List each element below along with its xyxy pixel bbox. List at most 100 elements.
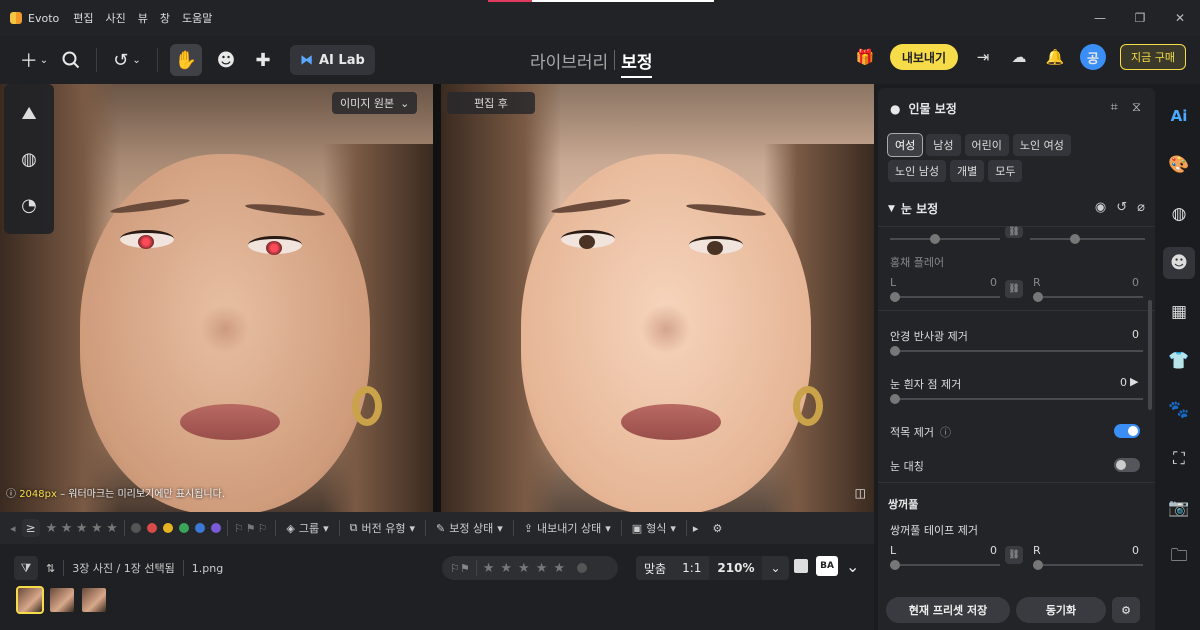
color-dot-green[interactable] — [178, 523, 189, 533]
panel-scrollbar[interactable] — [1148, 300, 1152, 410]
menu-edit[interactable]: 편집 — [73, 10, 93, 26]
photo-canvas[interactable]: 이미지 원본 ⌄ ⓘ 2048px – 워터마크는 미리보기에만 표시됩니다. … — [0, 84, 874, 512]
slider-knob[interactable] — [930, 234, 940, 244]
star-icon[interactable]: ★ — [518, 561, 530, 576]
slider-knob[interactable] — [890, 560, 900, 570]
chip-child[interactable]: 어린이 — [964, 134, 1009, 156]
star-icon[interactable]: ★ — [553, 561, 565, 576]
search-button[interactable] — [54, 44, 88, 76]
menu-view[interactable]: 뷰 — [138, 10, 148, 26]
slider-knob[interactable] — [890, 346, 900, 356]
export-panel-icon[interactable]: ⇥ — [972, 46, 994, 68]
star-icon[interactable]: ★ — [536, 561, 548, 576]
eye-section-header[interactable]: ▼ 눈 보정 ◉ ↺ ⌀ — [888, 200, 1145, 217]
color-label-dot[interactable] — [577, 563, 588, 573]
flag-icon[interactable]: ⚐⚑ — [450, 562, 470, 575]
play-icon[interactable]: ▶ — [1130, 375, 1138, 388]
filter-settings-icon[interactable]: ⚙ — [712, 522, 722, 535]
chevron-down-icon[interactable]: ⌄ — [762, 556, 788, 580]
crop-icon[interactable]: ⛶ — [1163, 443, 1195, 475]
chip-elder-male[interactable]: 노인 남성 — [888, 160, 946, 182]
texture-icon[interactable]: ◍ — [1163, 198, 1195, 230]
camera-icon[interactable]: 📷 — [1163, 492, 1195, 524]
erase-icon[interactable]: ⌀ — [1137, 200, 1145, 215]
single-view-icon[interactable] — [794, 559, 808, 573]
sort-icon[interactable]: ⇅ — [46, 562, 55, 575]
auto-enhance-icon[interactable]: ⛰ — [21, 103, 36, 124]
eye-symmetry-toggle[interactable] — [1114, 458, 1140, 472]
thumbnail-1[interactable] — [16, 586, 44, 614]
chip-individual[interactable]: 개별 — [949, 160, 985, 182]
heal-tool-button[interactable]: ✚ — [246, 44, 280, 76]
chevron-left-icon[interactable]: ◂ — [10, 522, 16, 535]
thumbnail-2[interactable] — [50, 588, 74, 612]
grid-icon[interactable]: ▦ — [1163, 296, 1195, 328]
color-dot-purple[interactable] — [210, 523, 221, 533]
chevron-right-icon[interactable]: ▸ — [693, 522, 699, 535]
star-icon[interactable]: ★ — [46, 521, 58, 536]
eye-visibility-icon[interactable]: ◉ — [1095, 200, 1106, 215]
format-filter[interactable]: ▣ 형식 ▾ — [628, 520, 680, 536]
eye-white-slider[interactable] — [890, 394, 1143, 404]
filter-funnel-icon[interactable]: ⧩ — [14, 556, 38, 580]
chevron-down-icon[interactable]: ⌄ — [846, 557, 859, 576]
history-icon[interactable]: ◔ — [21, 195, 37, 216]
link-icon[interactable]: ⛓ — [1005, 226, 1023, 238]
minimize-button[interactable]: — — [1080, 0, 1120, 36]
fit-button[interactable]: 맞춤 — [636, 556, 674, 580]
menu-photo[interactable]: 사진 — [105, 10, 125, 26]
cloud-icon[interactable]: ☁ — [1008, 46, 1030, 68]
before-after-button[interactable]: BA — [816, 556, 838, 576]
split-view-icon[interactable]: ◫ — [855, 486, 866, 500]
zoom-value[interactable]: 210% — [709, 556, 763, 580]
reset-icon[interactable]: ↺ — [1116, 200, 1127, 215]
export-status-filter[interactable]: ⇪ 내보내기 상태 ▾ — [520, 520, 615, 536]
iris-flare-r-slider[interactable] — [1033, 292, 1143, 302]
link-icon[interactable]: ⛓ — [1005, 280, 1023, 298]
star-icon[interactable]: ★ — [91, 521, 103, 536]
thumbnail-3[interactable] — [82, 588, 106, 612]
star-icon[interactable]: ★ — [483, 561, 495, 576]
tab-library[interactable]: 라이브러리 — [530, 48, 608, 78]
star-icon[interactable]: ★ — [106, 521, 118, 536]
rating-comparator[interactable]: ≥ — [21, 519, 40, 537]
chip-elder-female[interactable]: 노인 여성 — [1012, 134, 1071, 156]
portrait-retouch-icon[interactable]: ☻ — [1163, 247, 1195, 279]
chip-male[interactable]: 남성 — [926, 134, 961, 156]
close-button[interactable]: ✕ — [1160, 0, 1200, 36]
tab-edit[interactable]: 보정 — [621, 48, 653, 78]
sync-button[interactable]: 동기화 — [1016, 597, 1106, 623]
link-icon[interactable]: ⛓ — [1005, 546, 1023, 564]
export-button[interactable]: 내보내기 — [889, 44, 959, 70]
slider-knob[interactable] — [890, 394, 900, 404]
eyelid-tape-r-slider[interactable] — [1033, 560, 1143, 570]
color-dot-gray[interactable] — [130, 523, 141, 533]
palette-icon[interactable]: 🎨 — [1163, 149, 1195, 181]
iris-flare-l-slider[interactable] — [890, 292, 1000, 302]
texture-icon[interactable]: ◍ — [21, 149, 37, 170]
red-eye-toggle[interactable] — [1114, 424, 1140, 438]
undo-button[interactable]: ↺ ⌄ — [105, 44, 149, 76]
eyelid-tape-l-slider[interactable] — [890, 560, 1000, 570]
add-button[interactable]: ＋ ⌄ — [14, 44, 54, 76]
star-icon[interactable]: ★ — [76, 521, 88, 536]
prev-slider-right[interactable] — [1030, 234, 1145, 244]
ai-icon[interactable]: Ai — [1163, 100, 1195, 132]
star-icon[interactable]: ★ — [500, 561, 512, 576]
version-type-filter[interactable]: ⧉ 버전 유형 ▾ — [346, 520, 419, 536]
portrait-tool-button[interactable]: ☻ — [206, 44, 246, 76]
chip-female[interactable]: 여성 — [886, 133, 924, 157]
restore-button[interactable]: ❐ — [1120, 0, 1160, 36]
toggle-icon[interactable]: ⧖ — [1132, 100, 1141, 115]
color-dot-yellow[interactable] — [162, 523, 173, 533]
bell-icon[interactable]: 🔔 — [1044, 46, 1066, 68]
hand-tool-button[interactable]: ✋ — [170, 44, 202, 76]
group-filter[interactable]: ◈ 그룹 ▾ — [282, 520, 332, 536]
star-icon[interactable]: ★ — [61, 521, 73, 536]
gift-icon[interactable]: 🎁 — [854, 46, 876, 68]
before-label[interactable]: 이미지 원본 ⌄ — [332, 92, 418, 114]
help-icon[interactable]: ⓘ — [940, 424, 951, 440]
edit-status-filter[interactable]: ✎ 보정 상태 ▾ — [432, 520, 507, 536]
chip-all[interactable]: 모두 — [988, 160, 1023, 182]
menu-window[interactable]: 창 — [160, 10, 170, 26]
